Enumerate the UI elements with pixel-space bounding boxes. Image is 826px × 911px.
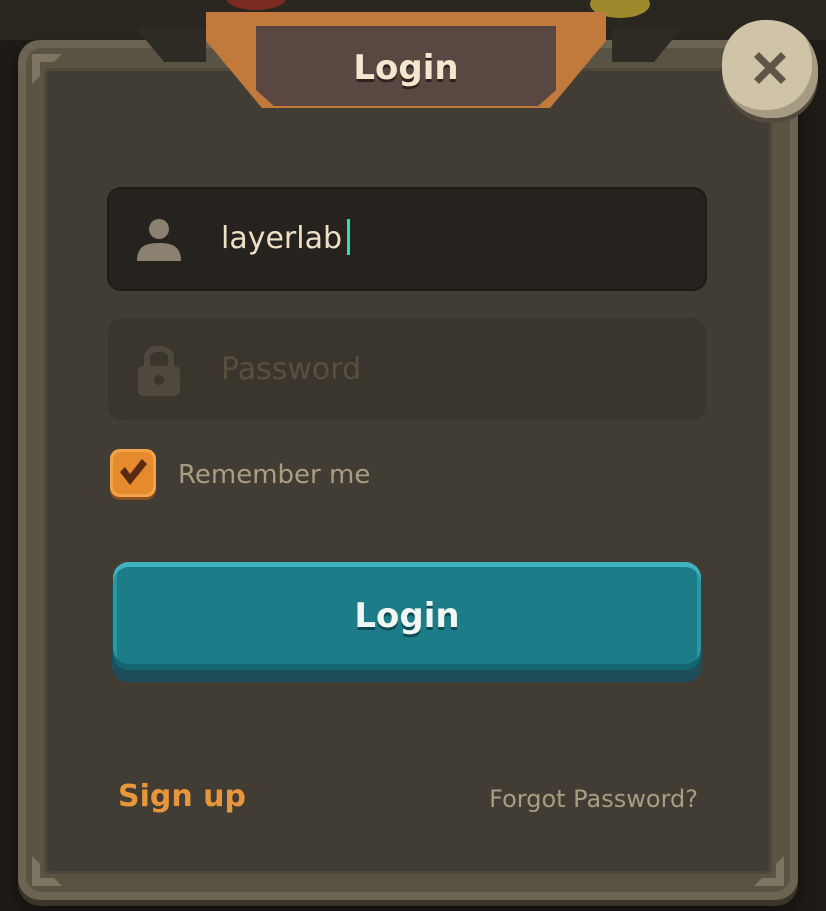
text-caret: [347, 218, 351, 255]
password-placeholder: Password: [221, 352, 362, 387]
corner-ornament-icon: [32, 54, 62, 84]
checkmark-icon: [120, 459, 147, 485]
remember-me-checkbox[interactable]: [110, 449, 156, 497]
lock-icon: [138, 345, 180, 396]
dialog-title: Login: [353, 48, 459, 88]
close-button[interactable]: [722, 20, 818, 118]
close-x-icon: [754, 52, 786, 84]
corner-ornament-icon: [32, 856, 62, 886]
username-value: layerlab: [221, 213, 351, 265]
login-button-label: Login: [354, 596, 460, 636]
password-field[interactable]: Password: [108, 318, 706, 420]
user-icon: [137, 219, 181, 261]
corner-ornament-icon: [754, 856, 784, 886]
remember-me-label: Remember me: [178, 460, 371, 490]
forgot-password-link[interactable]: Forgot Password?: [489, 782, 698, 816]
username-field[interactable]: layerlab: [107, 187, 707, 291]
login-button[interactable]: Login: [113, 562, 701, 670]
username-text: layerlab: [221, 221, 343, 256]
sign-up-link[interactable]: Sign up: [118, 776, 246, 818]
